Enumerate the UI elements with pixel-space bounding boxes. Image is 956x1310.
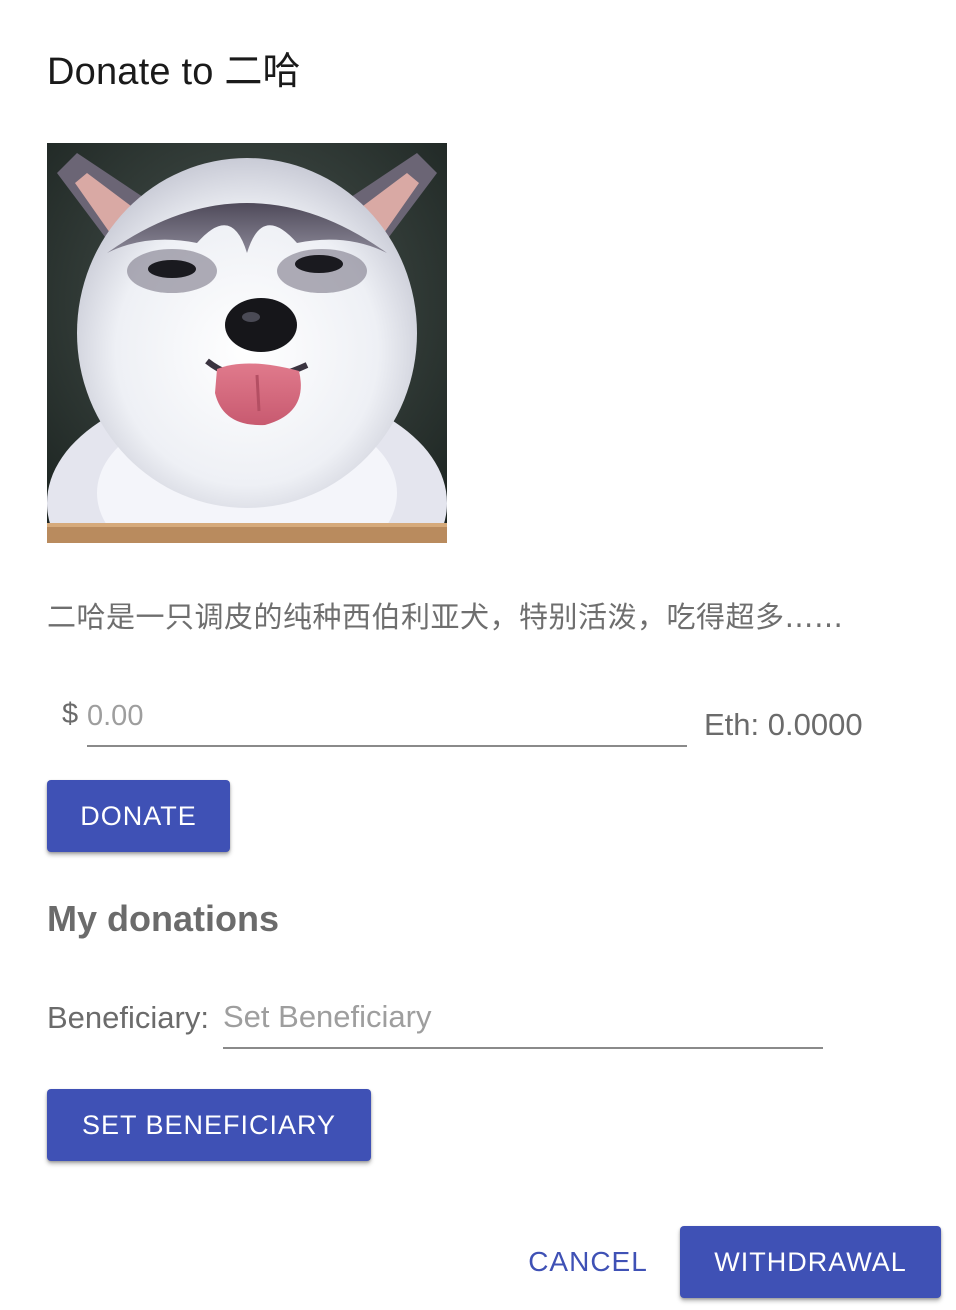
donate-dialog: Donate to 二哈 二哈是一只调皮的纯种西伯利亚犬，特别活泼，吃得超多………: [0, 0, 956, 1310]
currency-symbol: $: [62, 698, 79, 730]
donate-button[interactable]: DONATE: [47, 780, 230, 852]
dialog-title: Donate to 二哈: [47, 51, 301, 93]
my-donations-heading: My donations: [47, 898, 279, 939]
eth-conversion-label: Eth: 0.0000: [704, 707, 863, 742]
pet-description: 二哈是一只调皮的纯种西伯利亚犬，特别活泼，吃得超多……: [47, 600, 844, 634]
set-beneficiary-button[interactable]: SET BENEFICIARY: [47, 1089, 371, 1161]
beneficiary-label: Beneficiary:: [47, 1000, 209, 1035]
donation-amount-row: $ Eth: 0.0000: [62, 695, 892, 755]
withdrawal-button[interactable]: WITHDRAWAL: [680, 1226, 941, 1298]
donation-amount-input[interactable]: [87, 695, 687, 747]
cancel-button[interactable]: CANCEL: [518, 1226, 658, 1298]
beneficiary-input[interactable]: [223, 994, 823, 1049]
husky-puppy-photo: [47, 143, 447, 543]
